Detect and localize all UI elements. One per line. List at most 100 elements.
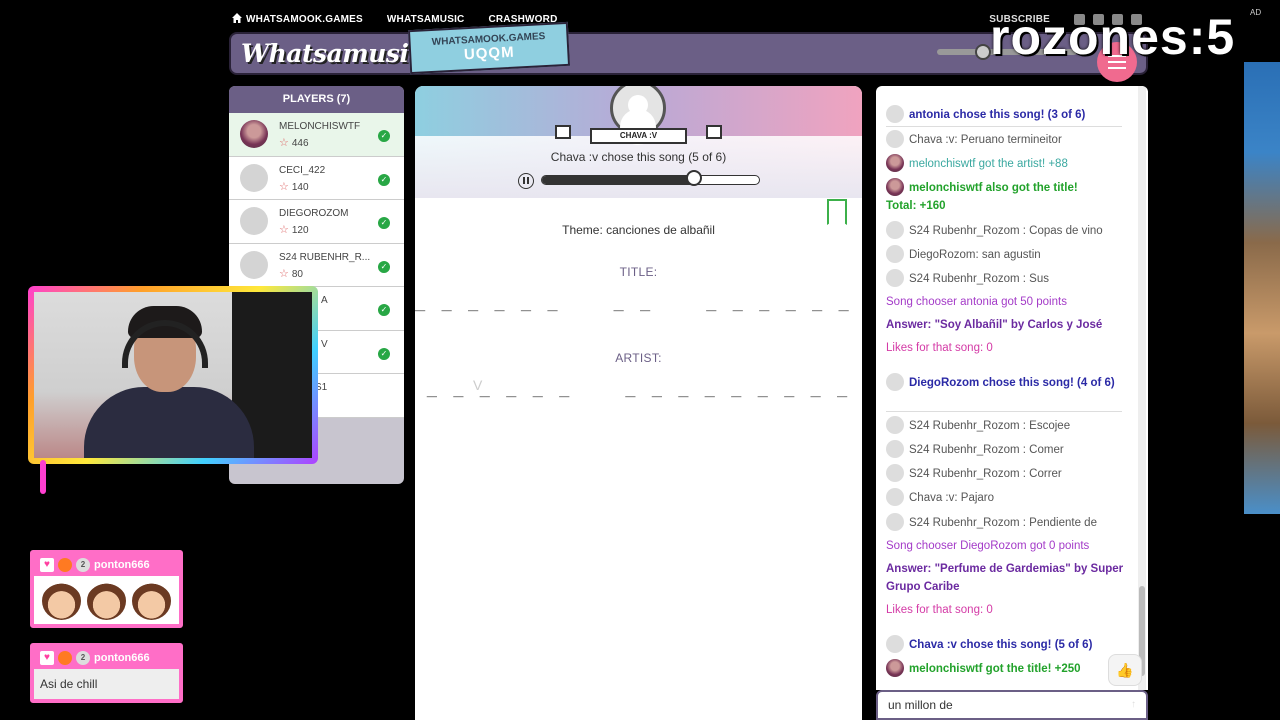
chat-line: S24 Rubenhr_Rozom : Pendiente de: [886, 513, 1131, 532]
avatar: [886, 154, 904, 172]
player-row[interactable]: CECI_422 ☆ 140 ✓: [229, 156, 404, 200]
chat-line: S24 Rubenhr_Rozom : Comer: [886, 440, 1131, 459]
emote-icon: [87, 582, 126, 620]
avatar: [886, 245, 904, 263]
theme-text: Theme: canciones de albañil: [562, 223, 715, 237]
chat-line: DiegoRozom: san agustin: [886, 245, 1131, 264]
sub-badge-icon: 2: [76, 651, 90, 665]
chat-line: melonchiswtf also got the title!: [886, 178, 1131, 197]
song-progress: [541, 175, 760, 185]
players-title: PLAYERS (7): [229, 86, 404, 113]
star-icon: ☆: [279, 180, 289, 193]
emote-icon: [132, 582, 171, 620]
chat-alert: ♥ 2 ponton666: [30, 550, 183, 628]
artist-blanks: _ _ _ _ _ _ _ _ _ _ _ _ _ _ _: [426, 378, 851, 398]
chose-status: Chava :v chose this song (5 of 6): [550, 150, 727, 164]
player-row[interactable]: S24 RUBENHR_R... ☆ 80 ✓: [229, 243, 404, 287]
chat-line: Answer: "Soy Albañil" by Carlos y José: [886, 319, 1103, 331]
avatar: [240, 163, 268, 192]
chat-line: Answer: "Perfume de Gardemias" by Super …: [886, 563, 1124, 593]
avatar: [886, 464, 904, 482]
chooser-name: CHAVA :V: [590, 128, 687, 144]
side-ad-image: [1244, 62, 1280, 514]
site-logo[interactable]: Whatsamusic: [241, 39, 424, 68]
bookmark-icon[interactable]: [827, 199, 847, 225]
avatar: [240, 250, 268, 279]
chat-log[interactable]: antonia chose this song! (3 of 6) Chava …: [876, 86, 1138, 690]
game-panel: CHAVA :V Chava :v chose this song (5 of …: [415, 86, 862, 720]
avatar: [886, 373, 904, 391]
chat-line: Likes for that song: 0: [886, 342, 993, 354]
room-code-tag[interactable]: WHATSAMOOK.GAMES UQQM: [407, 21, 571, 75]
now-playing-header: CHAVA :V Chava :v chose this song (5 of …: [415, 86, 862, 198]
webcam-overlay: [28, 286, 318, 464]
avatar: [886, 513, 904, 531]
sub-badge-icon: 2: [76, 558, 90, 572]
avatar: [240, 207, 268, 235]
chat-alert: ♥ 2 ponton666 Asi de chill: [30, 643, 183, 703]
check-icon: ✓: [378, 173, 390, 186]
avatar: [886, 635, 904, 653]
avatar: [886, 416, 904, 434]
nav-link-whatsamusic[interactable]: WHATSAMUSIC: [387, 14, 465, 25]
pumpkin-icon: [58, 651, 72, 665]
heart-icon: ♥: [40, 558, 54, 572]
screen: WHATSAMOOK.GAMES WHATSAMUSIC CRASHWORD S…: [0, 0, 1280, 720]
player-row[interactable]: MELONCHISWTF ☆ 446 ✓: [229, 113, 404, 157]
volume-knob[interactable]: [975, 44, 991, 60]
avatar: [886, 130, 904, 148]
check-icon: ✓: [378, 347, 390, 360]
star-icon: ☆: [279, 137, 289, 149]
chat-line: Chava :v chose this song! (5 of 6): [886, 635, 1131, 654]
chat-line: DiegoRozom chose this song! (4 of 6): [886, 373, 1131, 392]
avatar: [886, 440, 904, 458]
chat-panel: antonia chose this song! (3 of 6) Chava …: [876, 86, 1148, 690]
star-icon: ☆: [279, 267, 289, 280]
alert-username: ponton666: [94, 652, 150, 664]
chat-line: S24 Rubenhr_Rozom : Sus: [886, 269, 1131, 288]
chat-line: Song chooser antonia got 50 points: [886, 296, 1067, 308]
stream-overlay-score: rozones:5: [990, 9, 1236, 65]
player-row[interactable]: DIEGOROZOM ☆ 120 ✓: [229, 200, 404, 244]
avatar: [886, 269, 904, 287]
heart-icon: ♥: [40, 651, 54, 665]
check-icon: ✓: [378, 304, 390, 316]
ad-tag: AD: [1250, 8, 1262, 17]
chat-line: Likes for that song: 0: [886, 604, 993, 616]
avatar: [240, 120, 268, 148]
star-icon: ☆: [279, 224, 289, 236]
avatar: [886, 178, 904, 196]
title-blanks: _ _ _ _ _ _ _ _ _ _ _ _ _ _ _ _ _ _: [415, 292, 852, 312]
avatar: [886, 221, 904, 239]
emote-row: [34, 576, 179, 624]
chat-line: antonia chose this song! (3 of 6): [886, 105, 1131, 124]
webcam-feed: [34, 292, 312, 458]
pumpkin-icon: [58, 558, 72, 572]
chat-line: Song chooser DiegoRozom got 0 points: [886, 540, 1090, 552]
emote-icon: [42, 582, 81, 620]
chat-line: melonchiswtf got the artist! +88: [886, 154, 1131, 173]
avatar: [886, 659, 904, 677]
send-icon[interactable]: ↑: [1131, 699, 1136, 710]
thumbs-up-icon[interactable]: 👍: [1108, 654, 1142, 686]
chat-line: S24 Rubenhr_Rozom : Correr: [886, 464, 1131, 483]
check-icon: ✓: [378, 130, 390, 142]
title-label: TITLE:: [619, 265, 658, 279]
chat-scrollbar[interactable]: [1138, 86, 1146, 690]
chat-line: Chava :v: Peruano termineitor: [886, 130, 1131, 149]
chat-line: Chava :v: Pajaro: [886, 488, 1131, 507]
alert-username: ponton666: [94, 559, 150, 571]
home-icon: [232, 13, 242, 23]
chat-line: S24 Rubenhr_Rozom : Escojee: [886, 416, 1131, 435]
chat-line: melonchiswtf got the title! +250: [886, 659, 1131, 678]
chat-input[interactable]: un millon de ↑: [876, 690, 1148, 720]
nav-link-whatsamook[interactable]: WHATSAMOOK.GAMES: [232, 13, 363, 25]
pause-button[interactable]: [518, 173, 534, 189]
avatar: [886, 488, 904, 506]
chat-line: Total: +160: [886, 200, 946, 212]
chat-line: S24 Rubenhr_Rozom : Copas de vino: [886, 221, 1131, 240]
check-icon: ✓: [378, 217, 390, 229]
artist-label: ARTIST:: [615, 351, 662, 365]
check-icon: ✓: [378, 260, 390, 273]
alert-message: Asi de chill: [34, 669, 179, 699]
